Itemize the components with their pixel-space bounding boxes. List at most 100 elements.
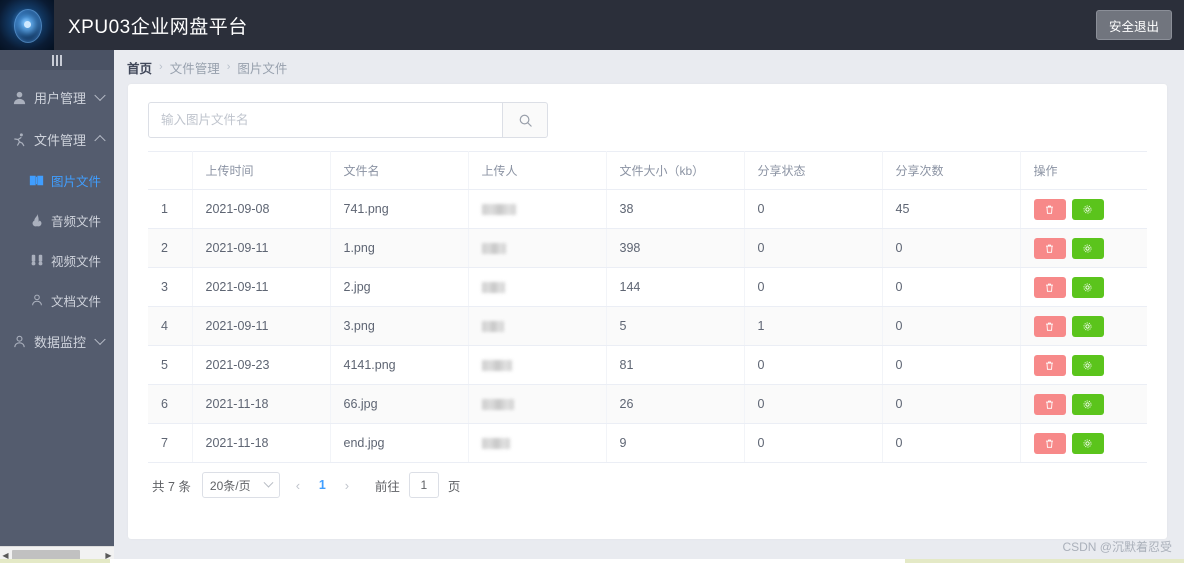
delete-button[interactable] (1033, 354, 1066, 376)
delete-button[interactable] (1033, 393, 1066, 415)
action-buttons (1033, 276, 1148, 298)
cell-actions (1020, 423, 1148, 463)
share-button[interactable] (1071, 315, 1104, 337)
share-button[interactable] (1071, 432, 1104, 454)
cell-share-count: 0 (882, 267, 1021, 307)
delete-button[interactable] (1033, 198, 1066, 220)
gear-icon (1083, 282, 1092, 292)
cell-filesize: 26 (606, 384, 745, 424)
bottom-strip (0, 559, 1184, 563)
sidebar-collapse-toggle[interactable] (0, 50, 114, 70)
table-row: 6 2021-11-18 66.jpg 26 0 0 (148, 384, 1147, 424)
search-input[interactable] (148, 102, 503, 138)
cell-share-status: 0 (744, 345, 883, 385)
page-title: XPU03企业网盘平台 (68, 16, 248, 38)
cell-uploader (468, 423, 607, 463)
delete-button[interactable] (1033, 432, 1066, 454)
sidebar-item-user-management[interactable]: 用户管理 (0, 76, 114, 118)
table-row: 7 2021-11-18 end.jpg 9 0 0 (148, 423, 1148, 463)
breadcrumb-separator-icon: › (159, 61, 163, 73)
breadcrumb-item-image-files: 图片文件 (237, 61, 288, 76)
delete-button[interactable] (1033, 237, 1066, 259)
pagination-prev-button[interactable]: ‹ (289, 478, 307, 493)
cell-uploader (468, 306, 607, 346)
share-button[interactable] (1071, 198, 1104, 220)
chevron-down-icon (94, 333, 106, 346)
masked-uploader-name (481, 360, 512, 372)
table-row: 4 2021-09-11 3.png 5 1 0 (148, 306, 1148, 346)
chevron-down-icon (94, 89, 106, 102)
cell-filename: 741.png (330, 189, 469, 229)
page-size-select[interactable]: 20条/页 (201, 472, 280, 498)
action-buttons (1033, 315, 1148, 337)
column-header-share-status: 分享状态 (744, 151, 883, 190)
share-button[interactable] (1071, 276, 1104, 298)
share-button[interactable] (1071, 237, 1104, 259)
breadcrumb: 首页 › 文件管理 › 图片文件 (114, 50, 1184, 84)
cell-index: 3 (148, 267, 193, 307)
page-size-value: 20条/页 (209, 478, 251, 493)
sidebar-item-video-files[interactable]: 视频文件 (0, 240, 114, 280)
app-header: XPU03企业网盘平台 安全退出 (0, 0, 1184, 50)
breadcrumb-item-home[interactable]: 首页 (127, 58, 152, 77)
breadcrumb-separator-icon: › (226, 61, 231, 73)
cell-filesize: 38 (606, 189, 745, 229)
cell-uploader (468, 228, 607, 268)
sidebar-item-label: 用户管理 (34, 90, 87, 106)
trash-icon (1046, 283, 1053, 292)
image-files-table: 上传时间 文件名 上传人 文件大小（kb） 分享状态 分享次数 操作 1 2021… (148, 151, 1147, 463)
cell-filename: 3.png (330, 306, 469, 346)
sidebar-item-label: 图片文件 (51, 174, 102, 189)
delete-button[interactable] (1033, 315, 1066, 337)
cell-actions (1020, 384, 1147, 424)
cell-index: 2 (148, 228, 193, 268)
cell-actions (1020, 345, 1148, 385)
share-button[interactable] (1071, 354, 1104, 376)
cell-filesize: 5 (606, 306, 745, 346)
cell-upload-time: 2021-09-11 (192, 267, 331, 307)
masked-uploader-name (481, 243, 506, 255)
action-buttons (1033, 432, 1148, 454)
pagination-next-button[interactable]: › (338, 478, 356, 493)
masked-uploader-name (481, 204, 516, 216)
cell-filesize: 81 (606, 345, 745, 385)
action-buttons (1033, 237, 1148, 259)
search-button[interactable] (502, 102, 548, 138)
table-header: 上传时间 文件名 上传人 文件大小（kb） 分享状态 分享次数 操作 (148, 151, 1147, 190)
pagination-page-1[interactable]: 1 (316, 478, 329, 492)
sidebar-menu: 用户管理 文件管理 图片文件 音频文件 视频文件 文档文件 数据监控 (0, 70, 114, 362)
action-buttons (1033, 354, 1148, 376)
cell-upload-time: 2021-11-18 (192, 423, 331, 463)
trash-icon (1046, 244, 1053, 253)
sidebar-item-image-files[interactable]: 图片文件 (0, 160, 114, 200)
share-button[interactable] (1071, 393, 1104, 415)
column-header-filename: 文件名 (330, 151, 469, 190)
cell-index: 4 (148, 306, 193, 346)
sidebar-item-label: 文件管理 (34, 132, 87, 148)
delete-button[interactable] (1033, 276, 1066, 298)
cell-share-status: 0 (744, 189, 883, 229)
sidebar-item-label: 文档文件 (51, 294, 102, 309)
sidebar-item-document-files[interactable]: 文档文件 (0, 280, 114, 320)
masked-uploader-name (481, 399, 514, 411)
cell-filename: 66.jpg (330, 384, 469, 424)
table-row: 1 2021-09-08 741.png 38 0 45 (148, 189, 1147, 229)
column-header-actions: 操作 (1020, 151, 1147, 190)
breadcrumb-item-file-management[interactable]: 文件管理 (170, 58, 220, 77)
masked-uploader-name (481, 438, 510, 450)
pagination-jump-label: 前往 (374, 479, 400, 494)
table-row: 5 2021-09-23 4141.png 81 0 0 (148, 345, 1148, 385)
sidebar-item-data-monitoring[interactable]: 数据监控 (0, 320, 114, 362)
pagination-jump-input[interactable] (408, 472, 439, 498)
sidebar-item-file-management[interactable]: 文件管理 (0, 118, 114, 160)
table-row: 3 2021-09-11 2.jpg 144 0 0 (148, 267, 1148, 307)
pagination-jump-suffix: 页 (447, 479, 461, 494)
gear-icon (1083, 399, 1092, 409)
cell-filename: end.jpg (330, 423, 469, 463)
sidebar-item-audio-files[interactable]: 音频文件 (0, 200, 114, 240)
cell-filesize: 144 (606, 267, 745, 307)
pagination: 共 7 条 20条/页 ‹ 1 › 前往 页 (148, 463, 1147, 507)
logout-button[interactable]: 安全退出 (1096, 10, 1172, 40)
cell-uploader (468, 267, 607, 307)
column-header-share-count: 分享次数 (882, 151, 1021, 190)
